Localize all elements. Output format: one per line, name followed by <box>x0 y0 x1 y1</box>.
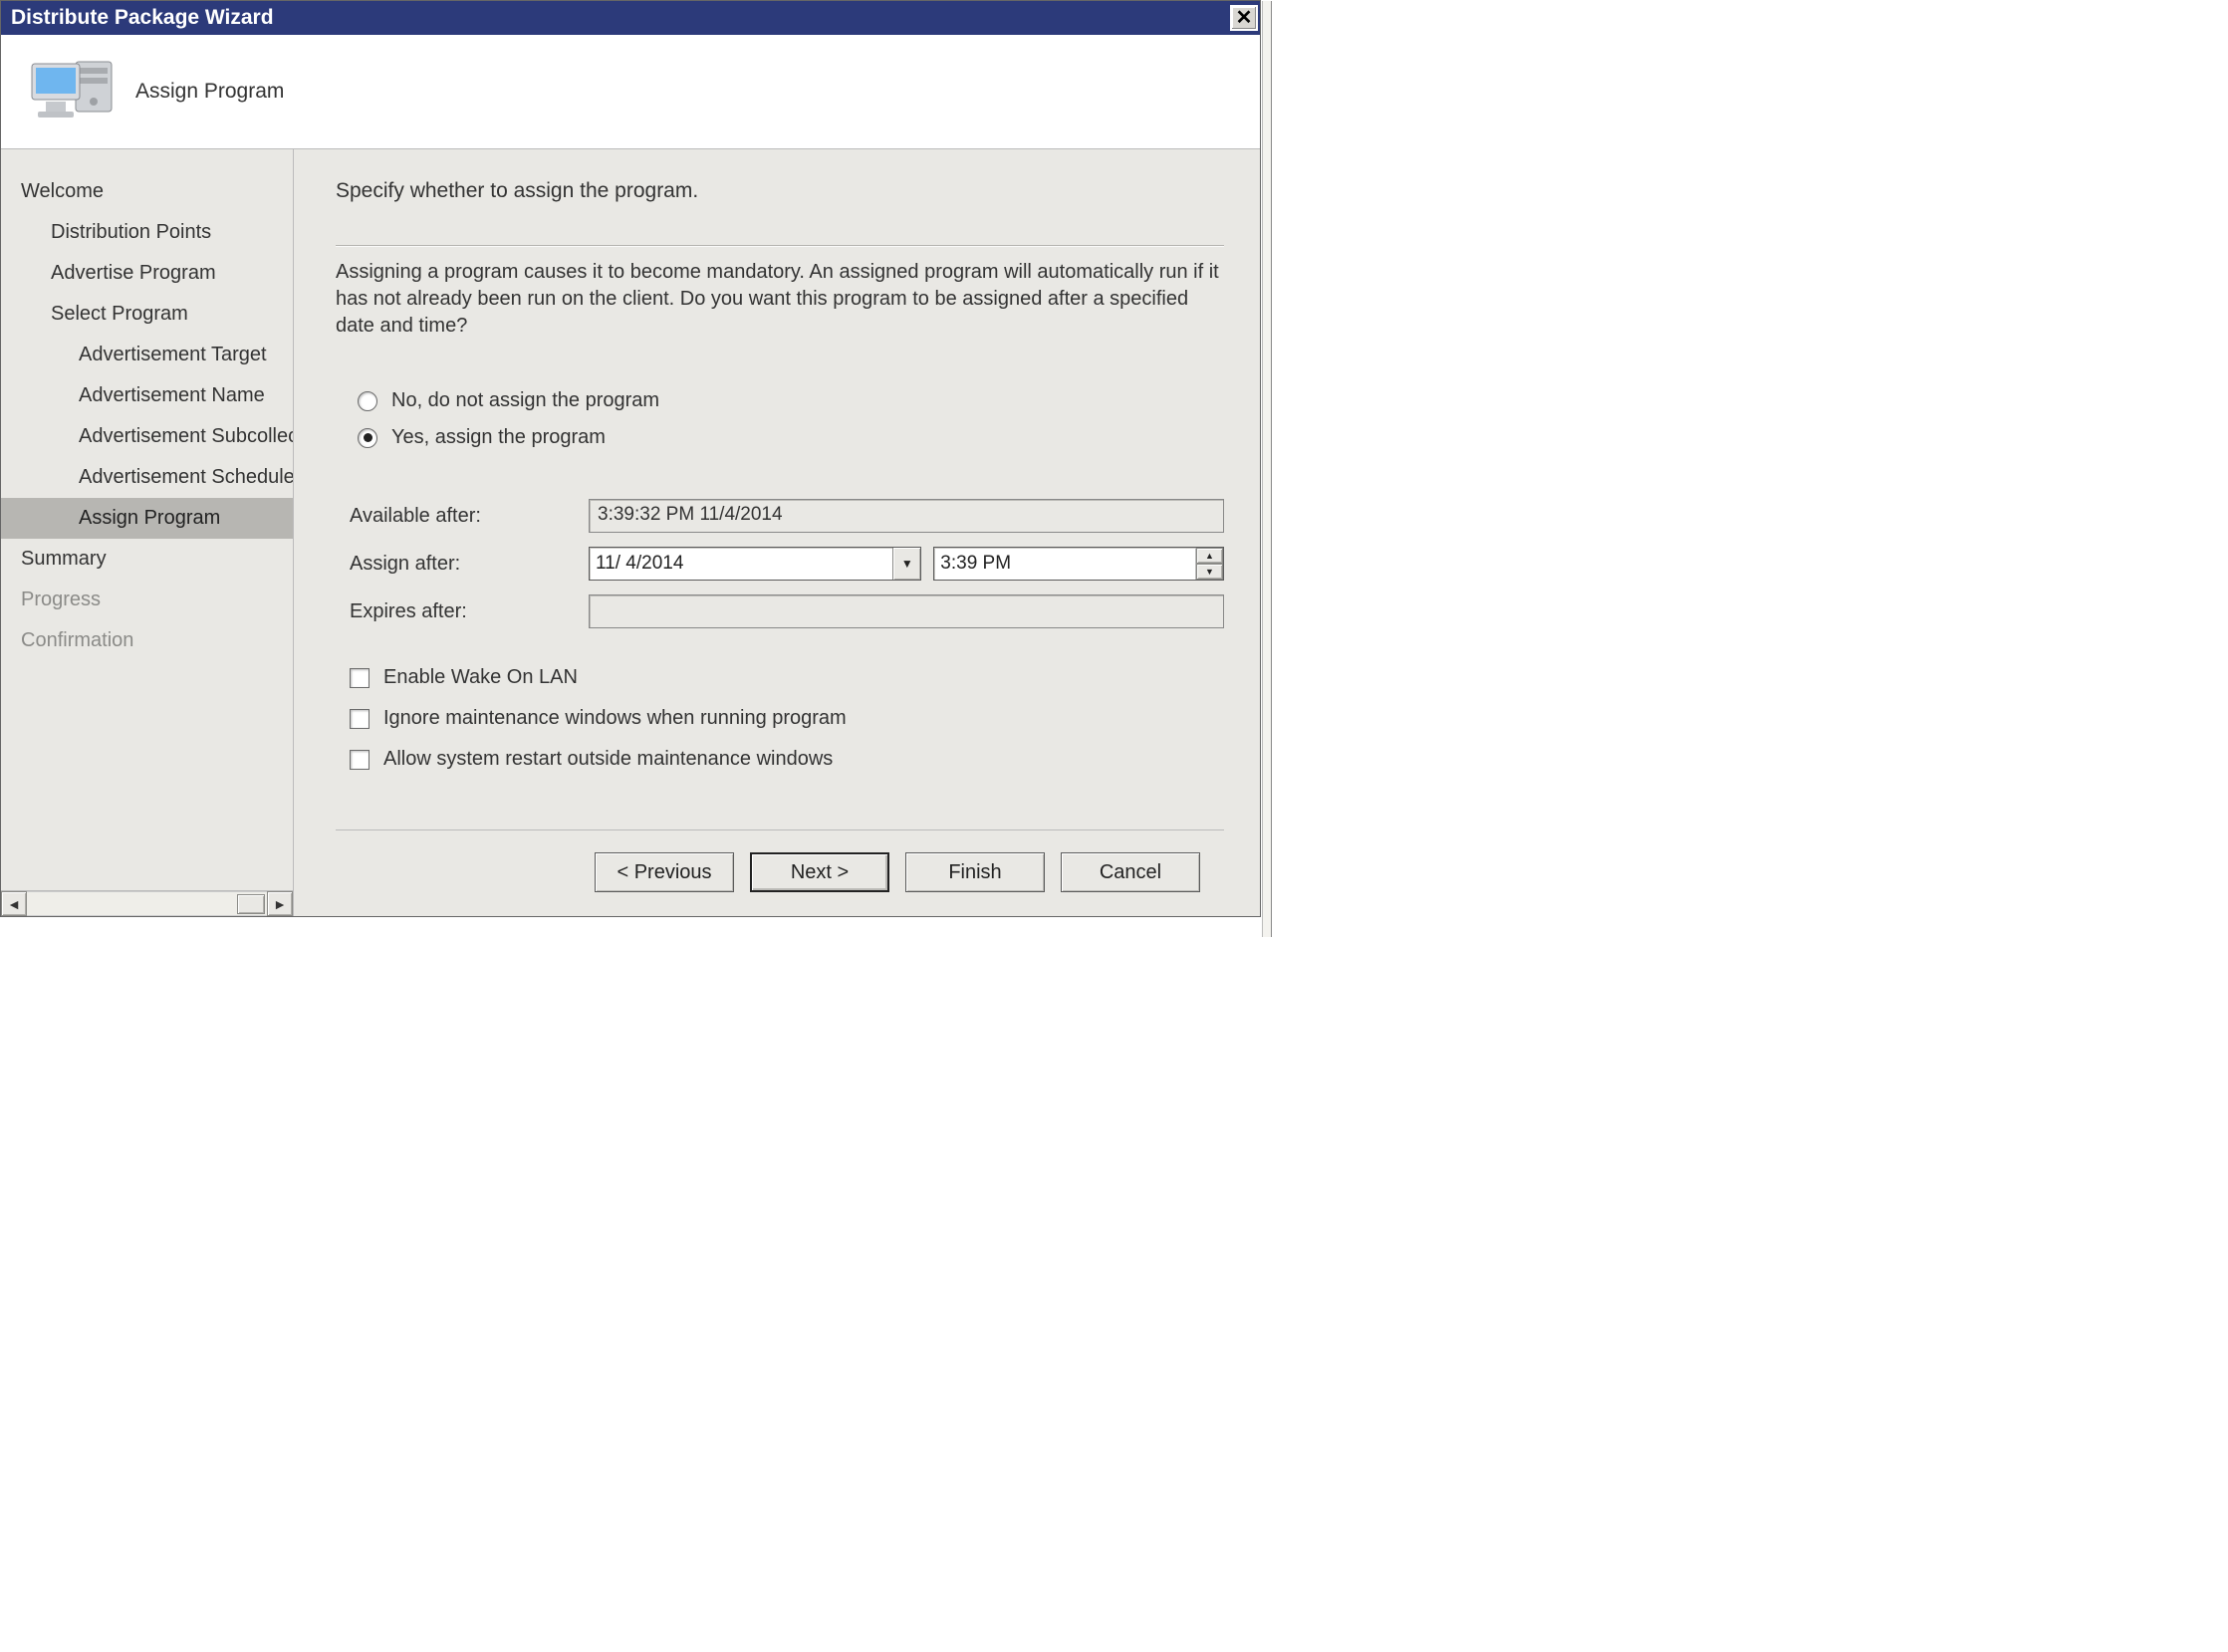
checkbox-wol-box <box>350 668 370 688</box>
wizard-window: Distribute Package Wizard ✕ Assign Progr… <box>0 0 1261 917</box>
wizard-body: WelcomeDistribution PointsAdvertise Prog… <box>1 149 1260 916</box>
scroll-left-button[interactable]: ◄ <box>1 891 27 916</box>
nav-item-distribution-points[interactable]: Distribution Points <box>1 212 293 253</box>
checkbox-allow-restart[interactable]: Allow system restart outside maintenance… <box>350 748 1224 771</box>
time-spinner[interactable]: ▲ ▼ <box>1195 548 1223 580</box>
banner: Assign Program <box>1 35 1260 149</box>
checkbox-wake-on-lan[interactable]: Enable Wake On LAN <box>350 666 1224 689</box>
sidebar-horizontal-scrollbar[interactable]: ◄ ► <box>1 890 293 916</box>
right-scroll-gutter <box>1262 1 1272 937</box>
assign-after-label: Assign after: <box>350 553 569 576</box>
nav-item-summary[interactable]: Summary <box>1 539 293 580</box>
checkbox-ignore-label: Ignore maintenance windows when running … <box>383 707 847 730</box>
scroll-track[interactable] <box>27 891 267 916</box>
nav-item-assign-program[interactable]: Assign Program <box>1 498 293 539</box>
schedule-form: Available after: 3:39:32 PM 11/4/2014 As… <box>350 499 1224 628</box>
instruction-text: Specify whether to assign the program. <box>336 179 1224 203</box>
checkbox-ignore-box <box>350 709 370 729</box>
assign-date-picker[interactable]: 11/ 4/2014 ▼ <box>589 547 921 581</box>
checkbox-restart-label: Allow system restart outside maintenance… <box>383 748 833 771</box>
nav-item-advertisement-target[interactable]: Advertisement Target <box>1 335 293 375</box>
cancel-button[interactable]: Cancel <box>1061 852 1200 892</box>
nav-sidebar: WelcomeDistribution PointsAdvertise Prog… <box>1 149 294 916</box>
nav-item-welcome[interactable]: Welcome <box>1 171 293 212</box>
title-bar: Distribute Package Wizard ✕ <box>1 1 1260 35</box>
checkbox-ignore-maintenance[interactable]: Ignore maintenance windows when running … <box>350 707 1224 730</box>
checkbox-wol-label: Enable Wake On LAN <box>383 666 578 689</box>
description-text: Assigning a program causes it to become … <box>336 259 1224 340</box>
radio-no-indicator <box>358 391 377 411</box>
nav-item-select-program[interactable]: Select Program <box>1 294 293 335</box>
radio-yes-label: Yes, assign the program <box>391 426 606 449</box>
nav-item-advertisement-name[interactable]: Advertisement Name <box>1 375 293 416</box>
nav-list: WelcomeDistribution PointsAdvertise Prog… <box>1 149 293 890</box>
assign-time-value: 3:39 PM <box>940 553 1011 575</box>
next-button[interactable]: Next > <box>750 852 889 892</box>
checkbox-restart-box <box>350 750 370 770</box>
scroll-thumb[interactable] <box>237 894 265 914</box>
close-icon: ✕ <box>1236 8 1253 28</box>
window-title: Distribute Package Wizard <box>11 6 274 30</box>
spin-up-button[interactable]: ▲ <box>1196 548 1223 564</box>
assign-time-picker[interactable]: 3:39 PM ▲ ▼ <box>933 547 1224 581</box>
scroll-right-button[interactable]: ► <box>267 891 293 916</box>
close-button[interactable]: ✕ <box>1230 5 1258 31</box>
page-title: Assign Program <box>135 80 284 104</box>
nav-item-advertisement-schedule[interactable]: Advertisement Schedule <box>1 457 293 498</box>
nav-item-advertise-program[interactable]: Advertise Program <box>1 253 293 294</box>
assign-date-value: 11/ 4/2014 <box>596 553 683 575</box>
radio-no-assign[interactable]: No, do not assign the program <box>358 389 1224 412</box>
radio-yes-indicator <box>358 428 377 448</box>
computer-icon <box>21 52 125 131</box>
nav-item-confirmation[interactable]: Confirmation <box>1 620 293 661</box>
spin-down-button[interactable]: ▼ <box>1196 564 1223 580</box>
button-bar: < Previous Next > Finish Cancel <box>336 829 1224 916</box>
radio-yes-assign[interactable]: Yes, assign the program <box>358 426 1224 449</box>
nav-item-advertisement-subcollec[interactable]: Advertisement Subcollec <box>1 416 293 457</box>
available-after-value: 3:39:32 PM 11/4/2014 <box>589 499 1224 533</box>
separator <box>336 245 1224 247</box>
available-after-label: Available after: <box>350 505 569 528</box>
expires-after-label: Expires after: <box>350 600 569 623</box>
radio-no-label: No, do not assign the program <box>391 389 659 412</box>
finish-button[interactable]: Finish <box>905 852 1045 892</box>
previous-button[interactable]: < Previous <box>595 852 734 892</box>
date-dropdown-button[interactable]: ▼ <box>892 548 920 580</box>
content-pane: Specify whether to assign the program. A… <box>294 149 1260 916</box>
nav-item-progress[interactable]: Progress <box>1 580 293 620</box>
expires-after-value <box>589 594 1224 628</box>
